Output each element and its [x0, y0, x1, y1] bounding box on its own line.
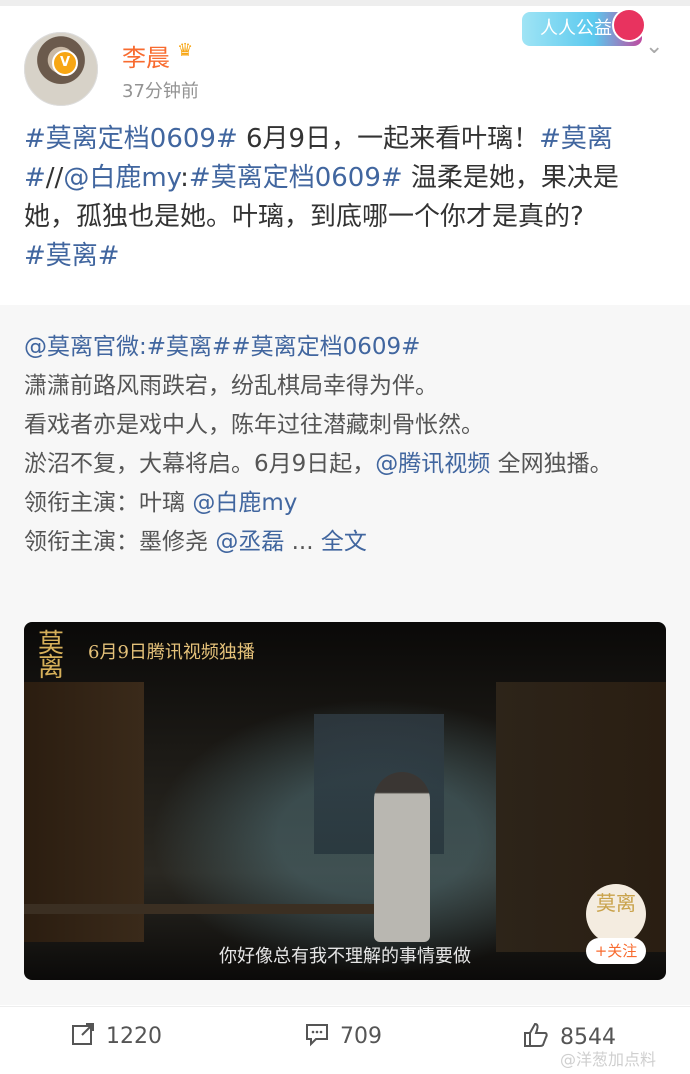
repost-text: 领衔主演：叶璃 — [24, 490, 193, 516]
post-body: #莫离定档0609# 6月9日，一起来看叶璃！#莫离#//@白鹿my:#莫离定档… — [24, 120, 666, 276]
hashtag-link[interactable]: #莫离# — [24, 241, 120, 271]
repost-line: 领衔主演：叶璃 @白鹿my — [24, 484, 666, 523]
video-scene-rail — [24, 904, 404, 914]
hashtag-link[interactable]: #莫离定档0609# — [189, 163, 403, 193]
video-scene-figure — [374, 772, 430, 942]
repost-separator: // — [45, 163, 64, 193]
mention-link[interactable]: @丞磊 — [215, 529, 284, 555]
top-divider — [0, 0, 690, 6]
username[interactable]: 李晨 — [122, 38, 170, 73]
thumbs-up-icon — [522, 1021, 550, 1055]
comment-count: 709 — [340, 1024, 382, 1049]
watermark: @洋葱加点料 — [560, 1050, 657, 1069]
repost-line: 潇潇前路风雨跌宕，纷乱棋局幸得为伴。 — [24, 373, 438, 399]
follow-widget[interactable]: 莫离 +关注 — [586, 884, 646, 968]
drama-logo: 莫离 — [586, 884, 646, 944]
charity-badge-label: 人人公益 — [540, 18, 612, 39]
post-timestamp: 37分钟前 — [122, 81, 199, 102]
mention-link[interactable]: @莫离官微 — [24, 334, 139, 360]
follow-button[interactable]: +关注 — [586, 938, 646, 964]
verified-v-icon: V — [52, 50, 78, 76]
repost-text: 领衔主演：墨修尧 — [24, 529, 216, 555]
repost-line: 领衔主演：墨修尧 @丞磊 ... 全文 — [24, 523, 666, 562]
repost-text: 全网独播。 — [490, 451, 613, 477]
crown-icon[interactable]: ♛ — [177, 40, 193, 61]
video-subtitle: 你好像总有我不理解的事情要做 — [219, 946, 471, 967]
mention-link[interactable]: @白鹿my — [192, 490, 297, 516]
post-text: 6月9日，一起来看叶璃！ — [237, 124, 540, 154]
repost-count: 1220 — [106, 1024, 162, 1049]
hashtag-link[interactable]: #莫离##莫离定档0609# — [147, 334, 421, 360]
colon: : — [180, 163, 189, 193]
repost-line: 淤沼不复，大幕将启。6月9日起，@腾讯视频 全网独播。 — [24, 445, 666, 484]
comment-icon — [304, 1021, 330, 1053]
charity-badge[interactable]: 人人公益 — [522, 8, 646, 46]
repost-line: 看戏者亦是戏中人，陈年过往潜藏刺骨怅然。 — [24, 412, 484, 438]
repost-header: @莫离官微:#莫离##莫离定档0609# — [24, 328, 666, 367]
video-top-caption: 6月9日腾讯视频独播 — [88, 642, 255, 663]
repost-body: @莫离官微:#莫离##莫离定档0609# 潇潇前路风雨跌宕，纷乱棋局幸得为伴。 … — [24, 328, 666, 562]
ellipsis: ... — [284, 529, 321, 555]
full-text-link[interactable]: 全文 — [321, 529, 367, 555]
repost-button[interactable]: 1220 — [70, 1021, 162, 1053]
hashtag-link[interactable]: #莫离定档0609# — [24, 124, 238, 154]
comment-button[interactable]: 709 — [304, 1021, 382, 1053]
video-scene-wall — [24, 682, 144, 942]
mention-link[interactable]: @腾讯视频 — [375, 451, 490, 477]
share-icon — [70, 1021, 96, 1053]
charity-mascot-icon — [612, 8, 646, 42]
colon: : — [139, 334, 147, 360]
video-player[interactable]: 莫离 6月9日腾讯视频独播 你好像总有我不理解的事情要做 莫离 +关注 — [24, 622, 666, 980]
video-title-seal: 莫离 — [38, 629, 65, 683]
chevron-down-icon[interactable]: ⌄ — [645, 34, 663, 59]
repost-text: 淤沼不复，大幕将启。6月9日起， — [24, 451, 376, 477]
mention-link[interactable]: @白鹿my — [63, 163, 180, 193]
